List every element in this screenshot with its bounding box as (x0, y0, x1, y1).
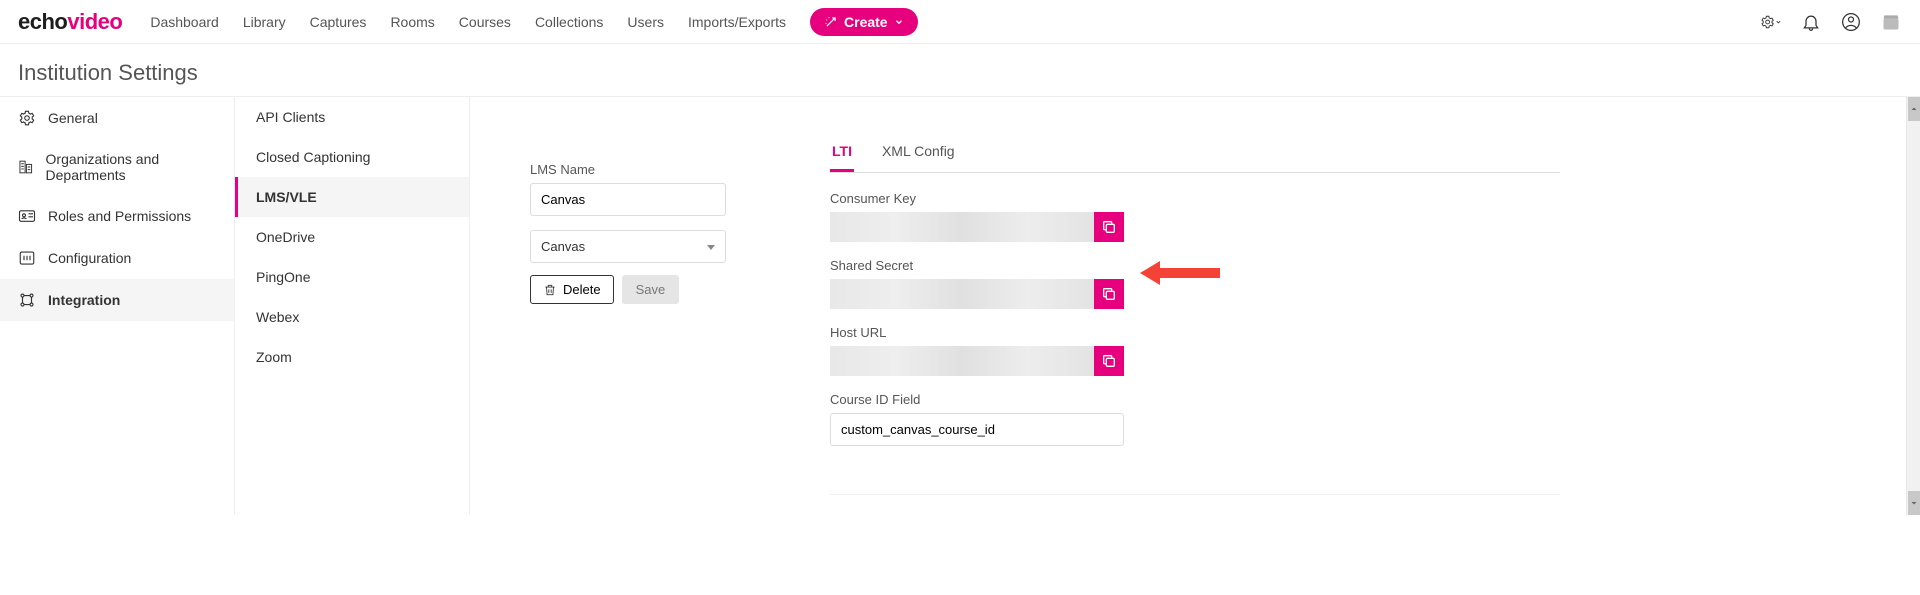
section-divider (830, 494, 1560, 495)
annotation-arrow-icon (1140, 258, 1220, 288)
sidebar-item-roles[interactable]: Roles and Permissions (0, 195, 234, 237)
sidebar-item-label: Organizations and Departments (46, 151, 216, 183)
settings-dropdown[interactable] (1760, 11, 1782, 33)
copy-icon (1101, 353, 1117, 369)
shared-secret-value-redacted (830, 279, 1094, 309)
sidebar-item-label: Roles and Permissions (48, 208, 191, 224)
chevron-down-icon (1908, 491, 1920, 515)
trash-icon (543, 283, 557, 297)
delete-button[interactable]: Delete (530, 275, 614, 304)
create-button[interactable]: Create (810, 8, 918, 36)
consumer-key-label: Consumer Key (830, 191, 1560, 206)
sidebar2-pingone[interactable]: PingOne (235, 257, 469, 297)
chevron-down-icon (1775, 18, 1782, 26)
building-icon (18, 158, 34, 176)
create-button-label: Create (844, 14, 888, 30)
integration-sidebar: API Clients Closed Captioning LMS/VLE On… (235, 97, 470, 515)
logo-text-echo: echo (18, 9, 67, 34)
logo-text-video: video (67, 9, 122, 34)
notifications-button[interactable] (1800, 11, 1822, 33)
gear-icon (1760, 13, 1775, 31)
chevron-up-icon (1908, 97, 1920, 121)
nav-rooms[interactable]: Rooms (390, 14, 434, 30)
apps-button[interactable] (1880, 11, 1902, 33)
store-icon (1881, 12, 1901, 32)
sidebar2-closed-captioning[interactable]: Closed Captioning (235, 137, 469, 177)
page-title: Institution Settings (0, 44, 1920, 96)
nav-dashboard[interactable]: Dashboard (150, 14, 219, 30)
nav-library[interactable]: Library (243, 14, 286, 30)
host-url-value-redacted (830, 346, 1094, 376)
sliders-icon (18, 249, 36, 267)
copy-icon (1101, 219, 1117, 235)
nav-users[interactable]: Users (627, 14, 664, 30)
sidebar2-zoom[interactable]: Zoom (235, 337, 469, 377)
sidebar2-onedrive[interactable]: OneDrive (235, 217, 469, 257)
sidebar2-webex[interactable]: Webex (235, 297, 469, 337)
nav-imports-exports[interactable]: Imports/Exports (688, 14, 786, 30)
logo[interactable]: echovideo (18, 9, 122, 35)
user-circle-icon (1841, 12, 1861, 32)
lms-name-input[interactable] (530, 183, 726, 216)
sidebar-item-label: General (48, 110, 98, 126)
host-url-label: Host URL (830, 325, 1560, 340)
sidebar-item-label: Integration (48, 292, 120, 308)
top-navigation: echovideo Dashboard Library Captures Roo… (0, 0, 1920, 44)
topbar-right (1760, 11, 1902, 33)
vertical-scrollbar[interactable] (1906, 97, 1920, 515)
scroll-up-icon[interactable] (1908, 97, 1920, 121)
copy-host-url-button[interactable] (1094, 346, 1124, 376)
gear-icon (18, 109, 36, 127)
save-button[interactable]: Save (622, 275, 680, 304)
copy-icon (1101, 286, 1117, 302)
nav-captures[interactable]: Captures (310, 14, 367, 30)
sidebar-item-organizations[interactable]: Organizations and Departments (0, 139, 234, 195)
delete-button-label: Delete (563, 282, 601, 297)
course-id-input[interactable] (830, 413, 1124, 446)
tab-lti[interactable]: LTI (830, 137, 854, 172)
nav-collections[interactable]: Collections (535, 14, 603, 30)
scroll-down-icon[interactable] (1908, 491, 1920, 515)
sidebar2-lms-vle[interactable]: LMS/VLE (235, 177, 469, 217)
nav-courses[interactable]: Courses (459, 14, 511, 30)
chevron-down-icon (894, 17, 904, 27)
integration-icon (18, 291, 36, 309)
settings-sidebar: General Organizations and Departments Ro… (0, 97, 235, 515)
sidebar2-api-clients[interactable]: API Clients (235, 97, 469, 137)
sidebar-item-label: Configuration (48, 250, 131, 266)
bell-icon (1801, 12, 1821, 32)
sidebar-item-configuration[interactable]: Configuration (0, 237, 234, 279)
lms-name-label: LMS Name (530, 162, 780, 177)
account-button[interactable] (1840, 11, 1862, 33)
tab-xml-config[interactable]: XML Config (880, 137, 957, 172)
primary-nav: Dashboard Library Captures Rooms Courses… (150, 8, 917, 36)
lti-panel: LTI XML Config Consumer Key Shared Secre… (830, 107, 1560, 495)
id-card-icon (18, 207, 36, 225)
course-id-label: Course ID Field (830, 392, 1560, 407)
sidebar-item-integration[interactable]: Integration (0, 279, 234, 321)
sidebar-item-general[interactable]: General (0, 97, 234, 139)
config-tabs: LTI XML Config (830, 137, 1560, 173)
main-content: LMS Name Canvas Delete Save LTI XML Conf… (470, 97, 1906, 515)
magic-wand-icon (824, 15, 838, 29)
lms-type-value: Canvas (541, 239, 585, 254)
lms-type-select[interactable]: Canvas (530, 230, 726, 263)
lms-form: LMS Name Canvas Delete Save (530, 107, 780, 495)
copy-shared-secret-button[interactable] (1094, 279, 1124, 309)
consumer-key-value-redacted (830, 212, 1094, 242)
copy-consumer-key-button[interactable] (1094, 212, 1124, 242)
